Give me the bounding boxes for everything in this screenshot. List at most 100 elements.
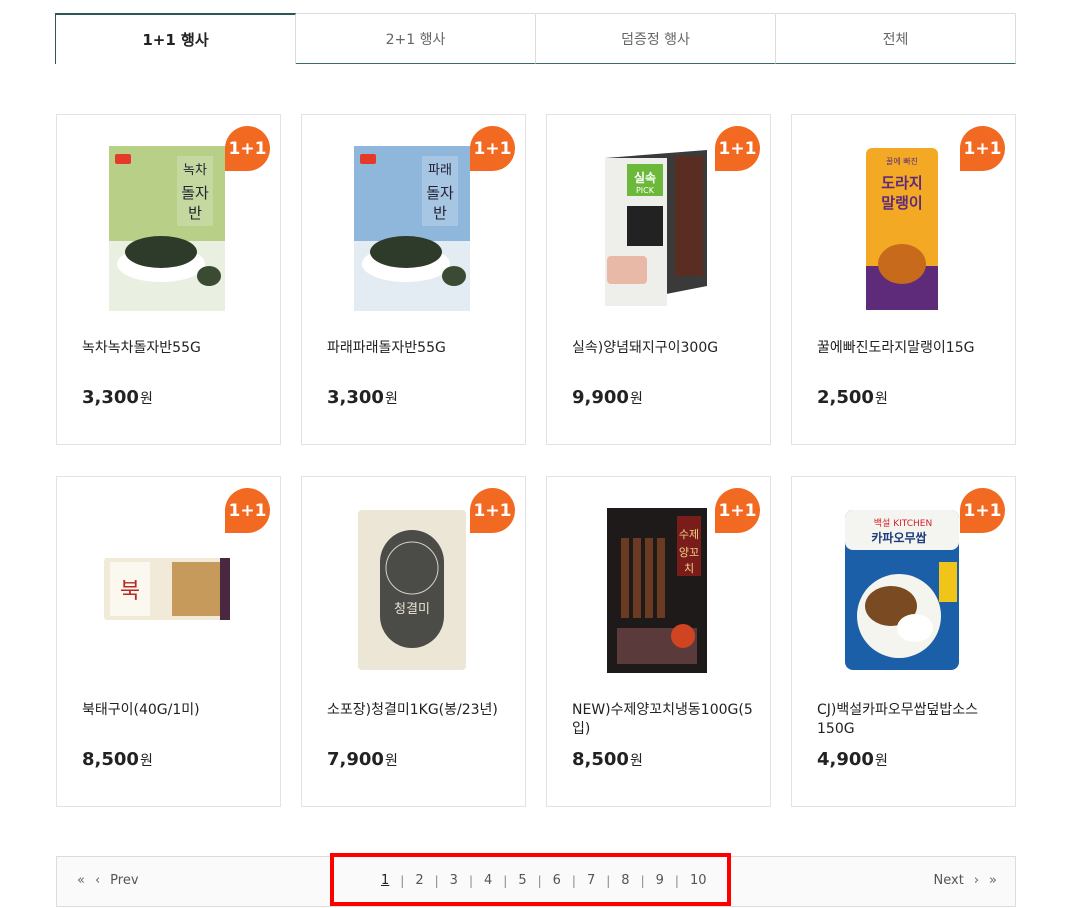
pagination: « ‹ Prev 1 | 2 | 3 | 4 | 5 | 6 | 7 | 8 |…	[56, 856, 1016, 907]
page-link-5[interactable]: 5	[516, 873, 528, 888]
price-unit: 원	[629, 753, 643, 769]
svg-text:꿀에 빠진: 꿀에 빠진	[886, 156, 918, 166]
product-image: 수제 양꼬 치	[592, 505, 722, 675]
page-link-9[interactable]: 9	[654, 873, 666, 888]
price-unit: 원	[384, 753, 398, 769]
tab-all[interactable]: 전체	[776, 13, 1016, 64]
product-name: 북태구이(40G/1미)	[82, 702, 200, 718]
product-image: 파래 돌자 반	[347, 143, 477, 313]
product-price: 2,500원	[817, 387, 888, 408]
svg-text:반: 반	[188, 204, 202, 222]
svg-text:말랭이: 말랭이	[881, 194, 922, 212]
product-price: 7,900원	[327, 749, 398, 770]
price-unit: 원	[629, 391, 643, 407]
price-value: 9,900	[572, 387, 629, 408]
pagination-prev-group: « ‹ Prev	[77, 873, 139, 888]
price-value: 8,500	[572, 749, 629, 770]
tab-bonus-gift[interactable]: 덤증정 행사	[536, 13, 776, 64]
svg-text:백설 KITCHEN: 백설 KITCHEN	[874, 518, 932, 529]
svg-text:도라지: 도라지	[881, 174, 922, 192]
next-button[interactable]: Next	[934, 873, 964, 888]
price-value: 7,900	[327, 749, 384, 770]
double-chevron-left-icon[interactable]: «	[77, 873, 85, 888]
product-name: NEW)수제양꼬치냉동100G(5입)	[572, 702, 753, 737]
page-link-4[interactable]: 4	[482, 873, 494, 888]
product-card[interactable]: 1+1 청결미 소포장)청결미1KG(봉/23년) 7,900원	[301, 476, 526, 807]
prev-button[interactable]: Prev	[110, 873, 138, 888]
chevron-right-icon[interactable]: ›	[974, 873, 979, 888]
product-grid: 1+1 녹차 돌자 반 녹차녹차돌자반55G 3,300원 1+1 파래 돌자 …	[56, 114, 1016, 807]
page-link-2[interactable]: 2	[413, 873, 425, 888]
page-separator: |	[468, 873, 473, 888]
product-name: 꿀에빠진도라지말랭이15G	[817, 340, 975, 356]
svg-text:실속: 실속	[633, 170, 655, 185]
product-card[interactable]: 1+1 실속 PICK 실속)양념돼지구이300G 9,900원	[546, 114, 771, 445]
product-price: 3,300원	[327, 387, 398, 408]
svg-text:녹차: 녹차	[183, 163, 207, 178]
product-price: 9,900원	[572, 387, 643, 408]
price-value: 4,900	[817, 749, 874, 770]
svg-text:청결미: 청결미	[394, 602, 430, 617]
pagination-next-group: Next › »	[934, 873, 997, 888]
page-separator: |	[537, 873, 542, 888]
svg-text:치: 치	[684, 562, 694, 575]
product-price: 3,300원	[82, 387, 153, 408]
svg-text:파래: 파래	[428, 163, 452, 178]
product-image: 북	[102, 505, 232, 675]
double-chevron-right-icon[interactable]: »	[989, 873, 997, 888]
price-unit: 원	[874, 753, 888, 769]
svg-text:카파오무쌉: 카파오무쌉	[871, 530, 926, 545]
product-image: 백설 KITCHEN 카파오무쌉	[837, 505, 967, 675]
price-unit: 원	[874, 391, 888, 407]
product-name: 소포장)청결미1KG(봉/23년)	[327, 702, 498, 718]
product-name: 실속)양념돼지구이300G	[572, 340, 719, 356]
product-name: 파래파래돌자반55G	[327, 340, 446, 356]
svg-text:수제: 수제	[679, 528, 699, 541]
svg-text:양꼬: 양꼬	[679, 546, 699, 559]
product-price: 4,900원	[817, 749, 888, 770]
svg-text:PICK: PICK	[635, 186, 654, 195]
tab-1plus1[interactable]: 1+1 행사	[55, 13, 296, 64]
page-separator: |	[434, 873, 439, 888]
svg-text:북: 북	[120, 579, 140, 604]
product-card[interactable]: 1+1 녹차 돌자 반 녹차녹차돌자반55G 3,300원	[56, 114, 281, 445]
price-value: 3,300	[327, 387, 384, 408]
product-image: 꿀에 빠진 도라지 말랭이	[837, 143, 967, 313]
price-value: 3,300	[82, 387, 139, 408]
product-card[interactable]: 1+1 북 북태구이(40G/1미) 8,500원	[56, 476, 281, 807]
page-link-10[interactable]: 10	[688, 873, 709, 888]
price-value: 8,500	[82, 749, 139, 770]
page-separator: |	[606, 873, 611, 888]
price-value: 2,500	[817, 387, 874, 408]
page-link-7[interactable]: 7	[585, 873, 597, 888]
page-separator: |	[400, 873, 405, 888]
product-name: CJ)백설카파오무쌉덮밥소스150G	[817, 702, 979, 737]
product-price: 8,500원	[82, 749, 153, 770]
page-separator: |	[503, 873, 508, 888]
page-separator: |	[571, 873, 576, 888]
svg-text:반: 반	[433, 204, 447, 222]
chevron-left-icon[interactable]: ‹	[95, 873, 100, 888]
product-card[interactable]: 1+1 백설 KITCHEN 카파오무쌉 CJ)백설카파오무쌉덮밥소스150G …	[791, 476, 1016, 807]
price-unit: 원	[384, 391, 398, 407]
product-image: 실속 PICK	[592, 143, 722, 313]
page-link-3[interactable]: 3	[448, 873, 460, 888]
tab-2plus1[interactable]: 2+1 행사	[296, 13, 536, 64]
page-separator: |	[674, 873, 679, 888]
page-separator: |	[640, 873, 645, 888]
product-price: 8,500원	[572, 749, 643, 770]
svg-text:돌자: 돌자	[181, 184, 209, 202]
product-name: 녹차녹차돌자반55G	[82, 340, 201, 356]
product-card[interactable]: 1+1 수제 양꼬 치 NEW)수제양꼬치냉동100G(5입) 8,500원	[546, 476, 771, 807]
page-numbers: 1 | 2 | 3 | 4 | 5 | 6 | 7 | 8 | 9 | 10	[379, 873, 709, 888]
product-image: 청결미	[347, 505, 477, 675]
page-link-6[interactable]: 6	[551, 873, 563, 888]
page-link-8[interactable]: 8	[619, 873, 631, 888]
price-unit: 원	[139, 391, 153, 407]
svg-text:돌자: 돌자	[426, 184, 454, 202]
price-unit: 원	[139, 753, 153, 769]
product-card[interactable]: 1+1 꿀에 빠진 도라지 말랭이 꿀에빠진도라지말랭이15G 2,500원	[791, 114, 1016, 445]
page-link-1[interactable]: 1	[379, 873, 391, 888]
promo-tabs: 1+1 행사 2+1 행사 덤증정 행사 전체	[55, 13, 1016, 64]
product-card[interactable]: 1+1 파래 돌자 반 파래파래돌자반55G 3,300원	[301, 114, 526, 445]
